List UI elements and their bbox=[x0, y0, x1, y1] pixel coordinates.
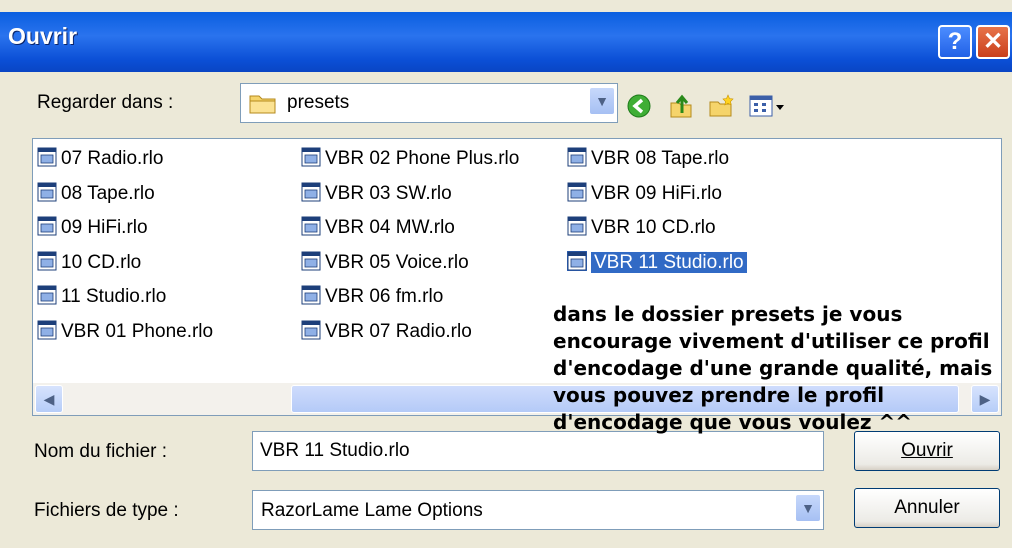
annotation-text: dans le dossier presets je vous encourag… bbox=[553, 302, 993, 434]
file-item[interactable]: VBR 01 Phone.rlo bbox=[37, 318, 213, 346]
file-name: VBR 08 Tape.rlo bbox=[591, 148, 730, 169]
open-button[interactable]: Ouvrir bbox=[854, 431, 1000, 471]
file-item[interactable]: VBR 06 fm.rlo bbox=[301, 283, 443, 311]
scroll-left-icon[interactable]: ◀ bbox=[35, 385, 63, 413]
look-in-label: Regarder dans : bbox=[37, 92, 174, 113]
rlo-file-icon bbox=[37, 320, 57, 340]
file-name: VBR 11 Studio.rlo bbox=[591, 251, 747, 273]
filetype-label: Fichiers de type : bbox=[34, 500, 179, 521]
file-item[interactable]: 11 Studio.rlo bbox=[37, 283, 166, 311]
file-item[interactable]: VBR 02 Phone Plus.rlo bbox=[301, 145, 519, 173]
filename-input[interactable]: VBR 11 Studio.rlo bbox=[252, 431, 824, 471]
file-name: 09 HiFi.rlo bbox=[61, 217, 148, 238]
file-name: VBR 02 Phone Plus.rlo bbox=[325, 148, 520, 169]
file-item[interactable]: 08 Tape.rlo bbox=[37, 180, 155, 208]
rlo-file-icon bbox=[567, 250, 587, 271]
rlo-file-icon bbox=[301, 285, 321, 305]
file-name: 07 Radio.rlo bbox=[61, 148, 164, 169]
file-item[interactable]: 09 HiFi.rlo bbox=[37, 214, 148, 242]
file-item[interactable]: VBR 05 Voice.rlo bbox=[301, 249, 469, 277]
title-bar[interactable] bbox=[0, 12, 1012, 72]
file-item[interactable]: VBR 04 MW.rlo bbox=[301, 214, 455, 242]
filetype-dropdown-icon[interactable]: ▼ bbox=[795, 494, 821, 522]
help-button[interactable]: ? bbox=[938, 25, 972, 59]
rlo-file-icon bbox=[301, 251, 321, 271]
file-name: VBR 04 MW.rlo bbox=[325, 217, 455, 238]
file-item[interactable]: VBR 03 SW.rlo bbox=[301, 180, 452, 208]
filename-label: Nom du fichier : bbox=[34, 441, 168, 462]
rlo-file-icon bbox=[37, 147, 57, 167]
look-in-combo[interactable]: presets ▼ bbox=[240, 83, 618, 123]
file-item[interactable]: VBR 11 Studio.rlo bbox=[567, 249, 747, 277]
view-menu-icon[interactable] bbox=[748, 93, 788, 119]
up-folder-icon[interactable] bbox=[668, 93, 694, 119]
file-name: VBR 07 Radio.rlo bbox=[325, 320, 472, 342]
filetype-value: RazorLame Lame Options bbox=[261, 500, 483, 521]
file-item[interactable]: VBR 07 Radio.rlo bbox=[301, 318, 472, 346]
file-name: VBR 05 Voice.rlo bbox=[325, 251, 469, 273]
file-item[interactable]: VBR 09 HiFi.rlo bbox=[567, 180, 722, 208]
rlo-file-icon bbox=[567, 216, 587, 236]
cancel-button[interactable]: Annuler bbox=[854, 488, 1000, 528]
rlo-file-icon bbox=[37, 182, 57, 202]
close-button[interactable]: ✕ bbox=[976, 25, 1010, 59]
file-name: 11 Studio.rlo bbox=[61, 286, 167, 307]
rlo-file-icon bbox=[567, 147, 587, 167]
file-name: 10 CD.rlo bbox=[61, 251, 142, 273]
rlo-file-icon bbox=[37, 285, 57, 305]
file-name: VBR 09 HiFi.rlo bbox=[591, 182, 722, 204]
back-icon[interactable] bbox=[626, 93, 652, 119]
new-folder-icon[interactable] bbox=[708, 93, 734, 119]
rlo-file-icon bbox=[301, 182, 321, 202]
file-name: VBR 03 SW.rlo bbox=[325, 182, 452, 204]
file-item[interactable]: 07 Radio.rlo bbox=[37, 145, 163, 173]
file-item[interactable]: 10 CD.rlo bbox=[37, 249, 141, 277]
look-in-value: presets bbox=[287, 92, 350, 113]
rlo-file-icon bbox=[37, 216, 57, 236]
rlo-file-icon bbox=[567, 182, 587, 202]
dialog-title: Ouvrir bbox=[8, 23, 78, 49]
file-name: VBR 01 Phone.rlo bbox=[61, 320, 214, 342]
open-dialog: Ouvrir ? ✕ Regarder dans : presets ▼ 07 … bbox=[0, 0, 1012, 548]
file-item[interactable]: VBR 10 CD.rlo bbox=[567, 214, 716, 242]
look-in-dropdown-icon[interactable]: ▼ bbox=[589, 87, 615, 115]
rlo-file-icon bbox=[301, 320, 321, 340]
rlo-file-icon bbox=[301, 216, 321, 236]
file-name: 08 Tape.rlo bbox=[61, 182, 155, 204]
rlo-file-icon bbox=[301, 147, 321, 167]
folder-icon bbox=[249, 95, 276, 114]
filetype-combo[interactable]: RazorLame Lame Options ▼ bbox=[252, 490, 824, 530]
file-name: VBR 06 fm.rlo bbox=[325, 286, 444, 307]
file-name: VBR 10 CD.rlo bbox=[591, 217, 716, 238]
rlo-file-icon bbox=[37, 251, 57, 271]
file-item[interactable]: VBR 08 Tape.rlo bbox=[567, 145, 729, 173]
